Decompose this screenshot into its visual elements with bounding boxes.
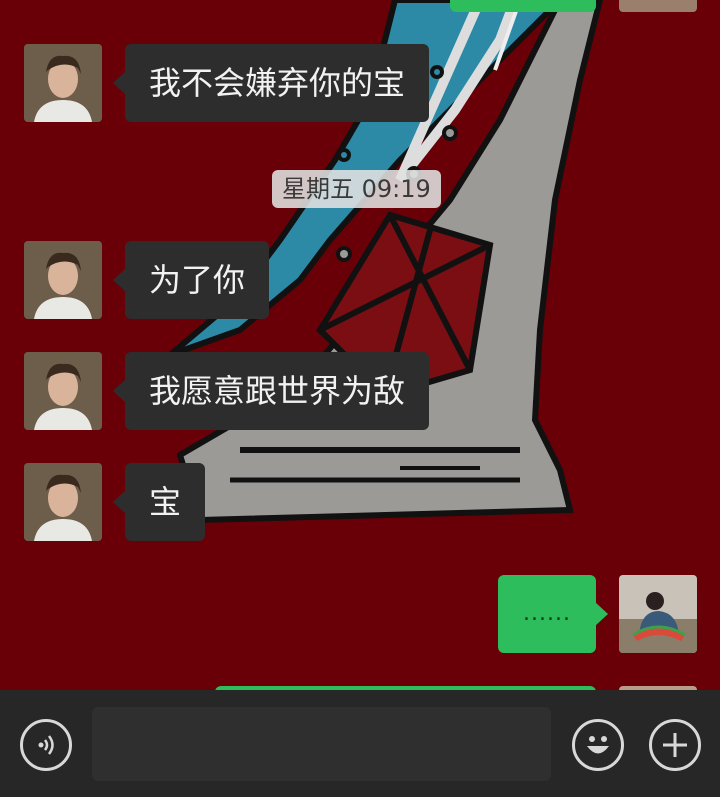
message-input[interactable] xyxy=(92,707,551,781)
contact-avatar[interactable] xyxy=(24,241,102,319)
incoming-message-bubble[interactable]: 我愿意跟世界为敌 xyxy=(112,352,430,430)
emoji-icon xyxy=(587,736,609,754)
emoji-button[interactable] xyxy=(572,719,624,771)
voice-icon xyxy=(38,735,54,755)
plus-icon xyxy=(663,733,687,757)
contact-avatar[interactable] xyxy=(24,44,102,122)
chat-screen: 我不会嫌弃你的宝 星期五 09:19 为了你 我愿意跟世界为敌 宝 ...... xyxy=(0,0,720,797)
contact-avatar[interactable] xyxy=(24,463,102,541)
message-list[interactable]: 我不会嫌弃你的宝 星期五 09:19 为了你 我愿意跟世界为敌 宝 ...... xyxy=(0,0,720,694)
person-portrait-icon xyxy=(24,352,102,430)
outgoing-bubble-partial xyxy=(450,0,596,12)
person-portrait-icon xyxy=(24,44,102,122)
message-timestamp: 星期五 09:19 xyxy=(272,170,441,208)
person-photo-icon xyxy=(619,575,697,653)
incoming-message-bubble[interactable]: 宝 xyxy=(112,463,206,541)
person-portrait-icon xyxy=(24,241,102,319)
input-bar xyxy=(0,690,720,797)
outgoing-message-bubble[interactable]: ...... xyxy=(498,575,608,653)
my-avatar-partial xyxy=(619,0,697,12)
more-options-button[interactable] xyxy=(649,719,701,771)
incoming-message-bubble[interactable]: 我不会嫌弃你的宝 xyxy=(112,44,430,122)
person-portrait-icon xyxy=(24,463,102,541)
my-avatar[interactable] xyxy=(619,575,697,653)
incoming-message-bubble[interactable]: 为了你 xyxy=(112,241,270,319)
voice-input-button[interactable] xyxy=(20,719,72,771)
contact-avatar[interactable] xyxy=(24,352,102,430)
